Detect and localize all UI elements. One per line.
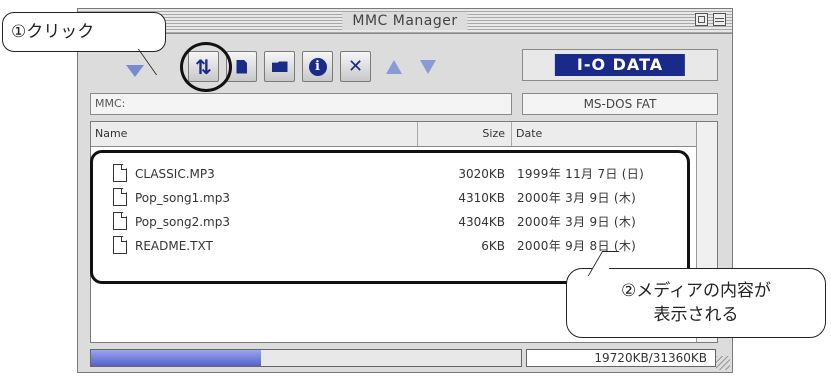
column-header-name[interactable]: Name [95, 122, 415, 146]
list-header: Name Size Date [91, 122, 717, 147]
document-icon [236, 59, 247, 74]
callout-media-line1: ②メディアの内容が [620, 281, 772, 301]
filesystem-label: MS-DOS FAT [522, 93, 718, 115]
folder-button[interactable] [264, 51, 295, 82]
move-down-button[interactable] [412, 51, 443, 82]
title-bar[interactable]: MMC Manager [78, 9, 732, 34]
path-field: MMC: [90, 93, 512, 115]
delete-icon: ✕ [347, 55, 364, 77]
window-title: MMC Manager [342, 12, 468, 30]
callout-media-line2: 表示される [653, 305, 739, 325]
column-header-date[interactable]: Date [511, 122, 691, 146]
status-bar: 19720KB/31360KB [90, 349, 718, 369]
windowshade-icon[interactable] [713, 13, 726, 26]
toolbar: ⇅ i ✕ I-O DATA [78, 35, 732, 89]
callout-click-text: ①クリック [11, 22, 95, 42]
up-arrow-icon [385, 59, 402, 74]
zoom-box-icon[interactable] [695, 13, 708, 26]
callout-media-shown: ②メディアの内容が 表示される [566, 268, 826, 338]
capacity-text: 19720KB/31360KB [526, 349, 716, 367]
brand-panel: I-O DATA [522, 49, 718, 81]
column-header-size[interactable]: Size [417, 122, 511, 146]
delete-button[interactable]: ✕ [340, 51, 371, 82]
refresh-highlight-ring [180, 42, 232, 92]
capacity-meter-fill [91, 350, 261, 366]
info-button[interactable]: i [302, 51, 333, 82]
folder-icon [271, 61, 288, 72]
move-up-button[interactable] [378, 51, 409, 82]
capacity-meter [90, 349, 522, 367]
info-icon: i [308, 57, 327, 76]
callout-click: ①クリック [2, 12, 166, 52]
resize-grip-icon[interactable] [716, 356, 730, 370]
io-data-logo: I-O DATA [554, 54, 686, 76]
down-arrow-icon [419, 59, 436, 74]
